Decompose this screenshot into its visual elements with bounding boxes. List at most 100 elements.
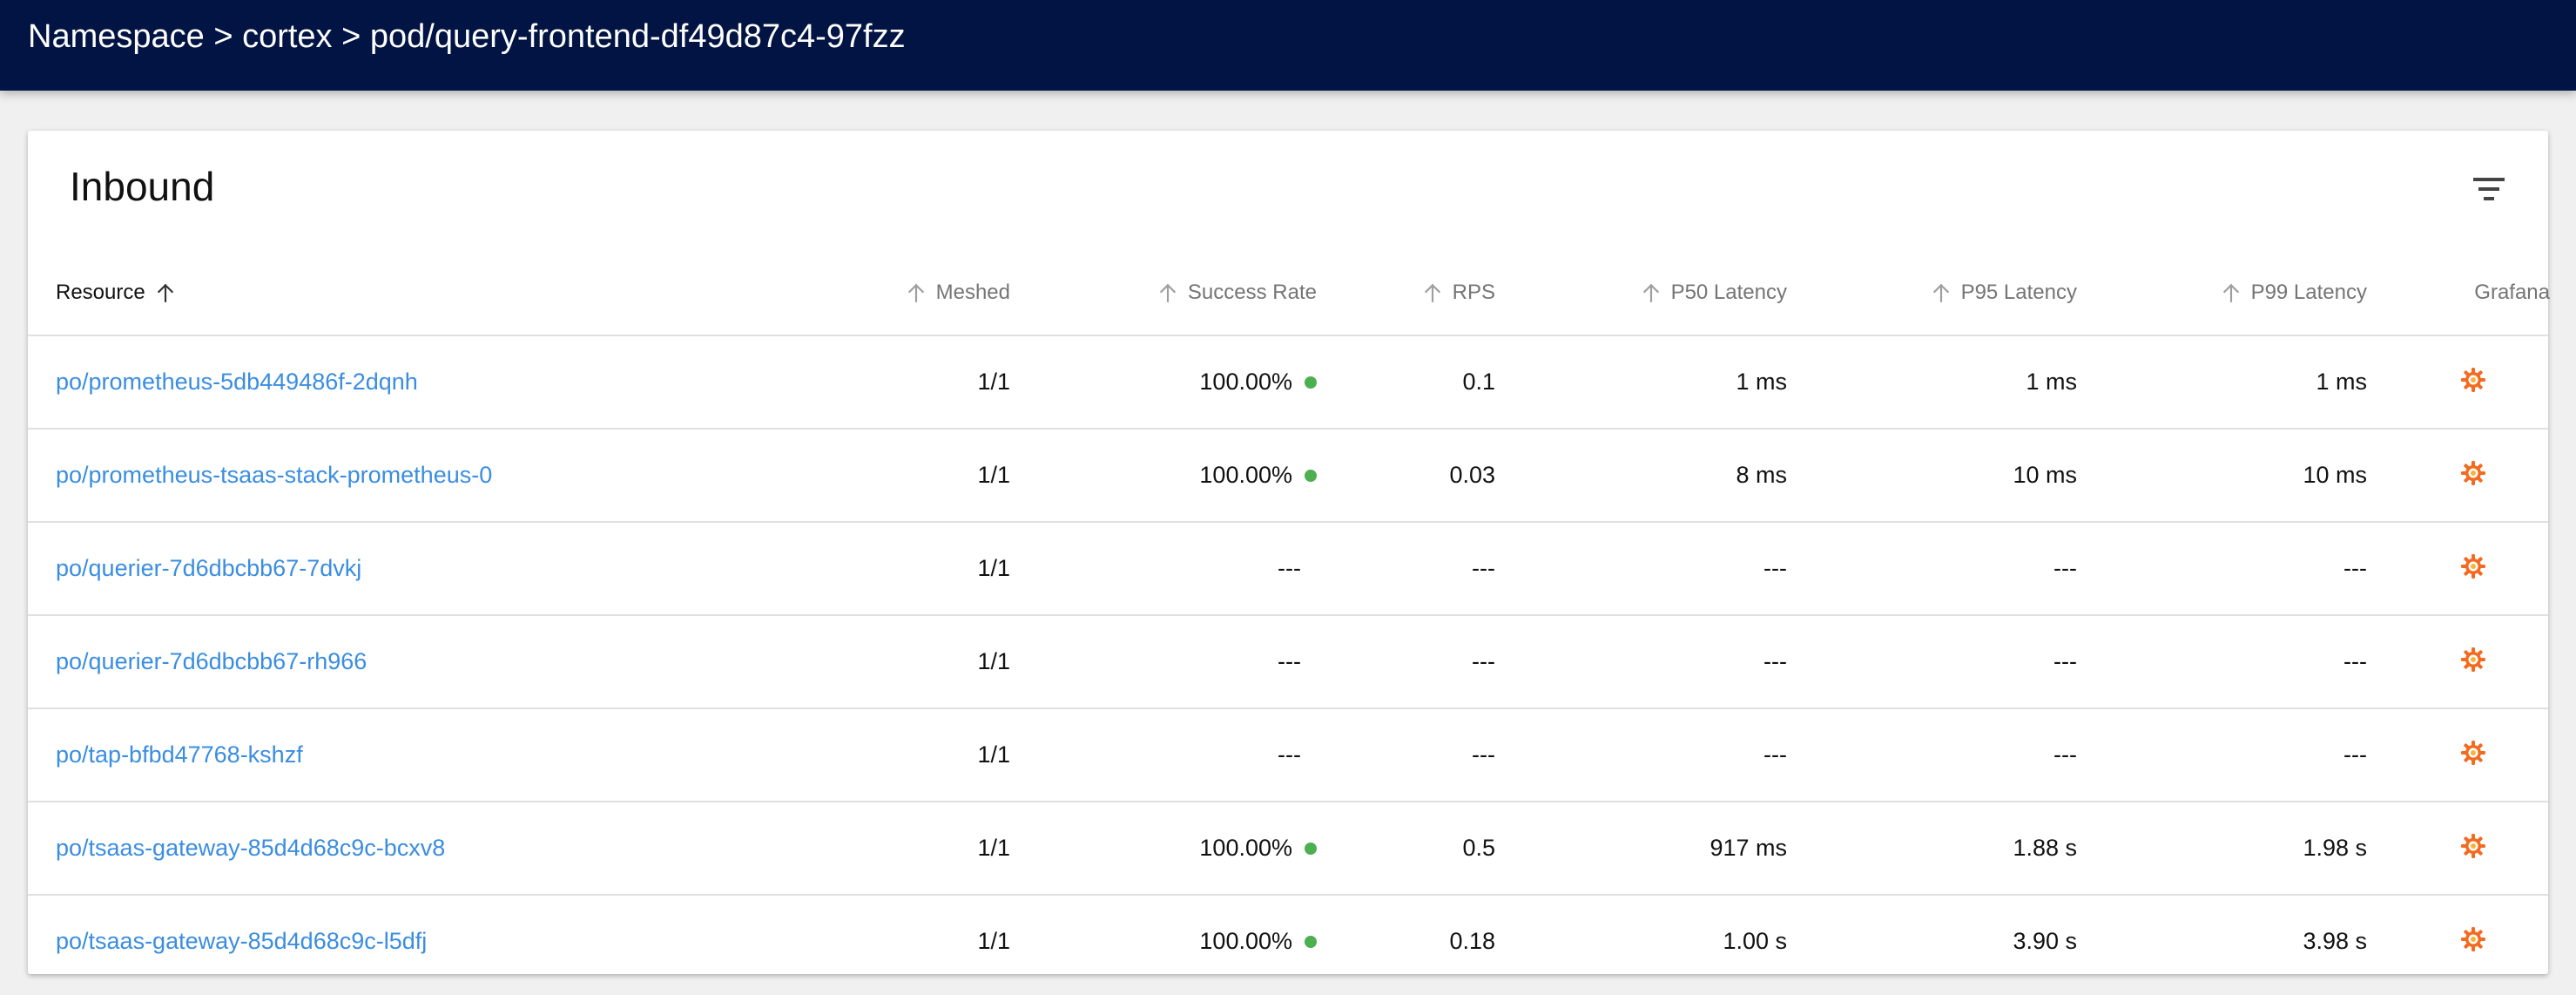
cell-grafana [2397,616,2550,707]
arrow-up-icon [1642,283,1659,302]
success-rate-value: 100.00% [1199,835,1292,861]
p50-value: --- [1763,741,1787,768]
cell-p50: 1 ms [1526,336,1787,428]
cell-meshed: 1/1 [777,523,1010,614]
column-header-label: P99 Latency [2250,281,2367,304]
cell-success-rate: --- [1038,523,1317,614]
cell-p50: --- [1526,523,1787,614]
column-header-label: P95 Latency [1960,281,2077,304]
p50-value: --- [1763,555,1787,581]
breadcrumb: Namespace > cortex > pod/query-frontend-… [28,17,906,56]
status-dot-icon [1305,842,1317,855]
cell-grafana [2397,896,2550,987]
resource-link[interactable]: po/tap-bfbd47768-kshzf [56,741,303,768]
resource-link[interactable]: po/querier-7d6dbcbb67-rh966 [56,648,367,675]
rps-value: 0.18 [1449,928,1495,954]
p50-value: 917 ms [1709,835,1787,861]
inbound-card: Inbound Resource Meshed Success Rate RPS P50… [28,131,2550,974]
meshed-value: 1/1 [977,928,1010,954]
cell-p95: --- [1822,616,2077,707]
table-row: po/querier-7d6dbcbb67-rh966 1/1 --- --- --- -… [28,616,2548,709]
cell-p95: --- [1822,523,2077,614]
cell-meshed: 1/1 [777,709,1010,801]
column-header-rps[interactable]: RPS [1334,251,1495,335]
breadcrumb-current-pod: pod/query-frontend-df49d87c4-97fzz [369,18,906,55]
cell-resource: po/querier-7d6dbcbb67-rh966 [56,616,752,707]
column-header-meshed[interactable]: Meshed [777,251,1010,335]
column-header-p95[interactable]: P95 Latency [1822,251,2077,335]
p99-value: 3.98 s [2303,928,2367,954]
rps-value: 0.1 [1462,369,1495,395]
cell-resource: po/querier-7d6dbcbb67-7dvkj [56,523,752,614]
meshed-value: 1/1 [977,462,1010,488]
cell-p99: --- [2112,709,2367,801]
column-header-label: Success Rate [1187,281,1317,304]
p99-value: --- [2343,555,2367,581]
success-rate-value: --- [1278,648,1301,674]
p95-value: 10 ms [2013,462,2077,488]
column-header-resource[interactable]: Resource [56,251,752,335]
cell-rps: 0.03 [1334,430,1495,521]
table-row: po/prometheus-tsaas-stack-prometheus-0 1/… [28,430,2548,523]
grafana-icon[interactable] [2459,459,2487,487]
meshed-value: 1/1 [977,555,1010,581]
grafana-icon[interactable] [2459,832,2487,860]
table-row: po/tap-bfbd47768-kshzf 1/1 --- --- --- --- --- [28,709,2548,802]
filter-button[interactable] [2468,171,2510,207]
cell-resource: po/prometheus-5db449486f-2dqnh [56,336,752,428]
success-rate-value: 100.00% [1199,369,1292,395]
p99-value: 1.98 s [2303,835,2367,861]
cell-p99: --- [2112,616,2367,707]
cell-p95: 1 ms [1822,336,2077,428]
cell-p50: --- [1526,709,1787,801]
cell-meshed: 1/1 [777,616,1010,707]
cell-grafana [2397,336,2550,428]
meshed-value: 1/1 [977,741,1010,768]
grafana-icon[interactable] [2459,366,2487,394]
cell-rps: 0.18 [1334,896,1495,987]
cell-success-rate: --- [1038,709,1317,801]
resource-link[interactable]: po/prometheus-5db449486f-2dqnh [56,369,418,396]
column-header-grafana[interactable]: Grafana [2397,251,2550,335]
p95-value: --- [2053,555,2077,581]
status-dot-icon [1305,469,1317,482]
cell-p95: 1.88 s [1822,802,2077,894]
p50-value: 1 ms [1736,369,1787,395]
resource-link[interactable]: po/tsaas-gateway-85d4d68c9c-bcxv8 [56,835,445,862]
table-row: po/tsaas-gateway-85d4d68c9c-bcxv8 1/1 100.… [28,802,2548,896]
column-header-p99[interactable]: P99 Latency [2112,251,2367,335]
arrow-up-icon [1424,283,1440,302]
status-dot-icon [1305,935,1317,948]
grafana-icon[interactable] [2459,646,2487,673]
p50-value: 8 ms [1736,462,1787,488]
column-header-label: Resource [56,281,145,304]
grafana-icon[interactable] [2459,552,2487,580]
cell-rps: --- [1334,523,1495,614]
meshed-value: 1/1 [977,369,1010,395]
arrow-up-icon [1932,283,1949,302]
cell-p95: 10 ms [1822,430,2077,521]
breadcrumb-namespace[interactable]: Namespace [28,17,205,56]
grafana-icon[interactable] [2459,925,2487,953]
card-title: Inbound [70,164,215,209]
meshed-value: 1/1 [977,835,1010,861]
resource-link[interactable]: po/prometheus-tsaas-stack-prometheus-0 [56,462,492,489]
cell-p50: 1.00 s [1526,896,1787,987]
cell-p95: 3.90 s [1822,896,2077,987]
p99-value: --- [2343,648,2367,674]
cell-p99: 10 ms [2112,430,2367,521]
p99-value: 10 ms [2303,462,2367,488]
column-header-label: RPS [1452,281,1495,304]
cell-rps: --- [1334,616,1495,707]
arrow-up-icon [2222,283,2239,302]
resource-link[interactable]: po/tsaas-gateway-85d4d68c9c-l5dfj [56,928,427,955]
resource-link[interactable]: po/querier-7d6dbcbb67-7dvkj [56,555,361,582]
column-header-p50[interactable]: P50 Latency [1526,251,1787,335]
meshed-value: 1/1 [977,648,1010,674]
cell-resource: po/tap-bfbd47768-kshzf [56,709,752,801]
p95-value: --- [2053,741,2077,768]
status-dot-icon [1305,376,1317,389]
breadcrumb-cortex[interactable]: cortex [242,17,332,56]
column-header-success-rate[interactable]: Success Rate [1038,251,1317,335]
grafana-icon[interactable] [2459,739,2487,767]
